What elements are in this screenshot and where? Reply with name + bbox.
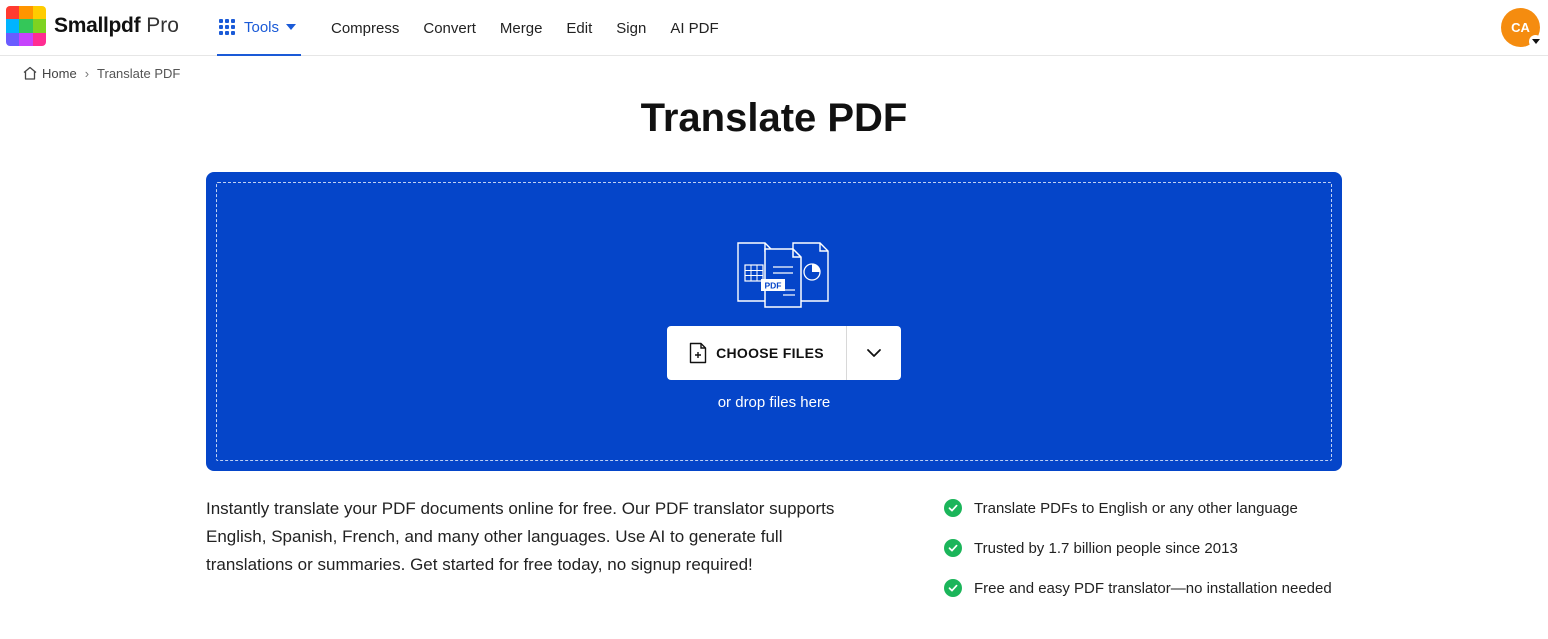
brand-tier: Pro [146,14,179,37]
upload-source-dropdown[interactable] [847,326,901,380]
grid-icon [219,19,235,35]
tools-menu-button[interactable]: Tools [217,0,301,56]
check-circle-icon [944,579,962,597]
check-circle-icon [944,499,962,517]
nav-item-edit[interactable]: Edit [566,20,592,37]
breadcrumb-home[interactable]: Home [42,66,77,81]
home-icon [23,66,37,80]
feature-item: Translate PDFs to English or any other l… [944,496,1332,520]
caret-down-icon [286,24,297,30]
feature-text: Free and easy PDF translator—no installa… [974,579,1332,597]
smallpdf-logo[interactable]: Smallpdf Pro [6,6,179,46]
avatar-caret-icon [1529,35,1542,48]
logo-mark-icon [6,6,46,46]
file-drop-zone[interactable]: PDF CHOOSE FILES or drop files here [206,172,1342,471]
feature-item: Trusted by 1.7 billion people since 2013 [944,536,1332,560]
feature-text: Trusted by 1.7 billion people since 2013 [974,539,1238,557]
chevron-down-icon [867,349,881,357]
tools-label: Tools [244,18,280,36]
breadcrumb-separator: › [84,65,90,81]
nav-item-convert[interactable]: Convert [423,20,476,37]
nav-item-ai-pdf[interactable]: AI PDF [670,20,718,37]
drop-files-hint: or drop files here [717,394,831,411]
choose-files-button[interactable]: CHOOSE FILES [667,326,847,380]
user-avatar[interactable]: CA [1501,8,1542,48]
feature-list: Translate PDFs to English or any other l… [944,496,1332,616]
svg-text:PDF: PDF [765,281,782,291]
choose-files-label: CHOOSE FILES [716,345,824,361]
check-circle-icon [944,539,962,557]
drop-zone-dashed-border: PDF CHOOSE FILES or drop files here [216,182,1332,461]
files-illustration-icon: PDF [737,242,829,308]
feature-text: Translate PDFs to English or any other l… [974,499,1298,517]
file-plus-icon [689,342,707,364]
nav-item-compress[interactable]: Compress [331,20,399,37]
choose-files-split-button: CHOOSE FILES [667,326,901,380]
breadcrumb-current: Translate PDF [97,65,181,81]
breadcrumb: Home › Translate PDF [22,65,180,81]
brand-name: Smallpdf [54,14,141,37]
avatar-initials: CA [1511,20,1530,35]
tool-description: Instantly translate your PDF documents o… [206,499,835,574]
feature-item: Free and easy PDF translator—no installa… [944,576,1332,600]
nav-item-sign[interactable]: Sign [616,20,646,37]
top-header: Smallpdf Pro Tools Compress Convert Merg… [0,0,1548,56]
page-title: Translate PDF [640,96,908,140]
main-nav: Tools Compress Convert Merge Edit Sign A… [217,0,719,56]
nav-item-merge[interactable]: Merge [500,20,543,37]
